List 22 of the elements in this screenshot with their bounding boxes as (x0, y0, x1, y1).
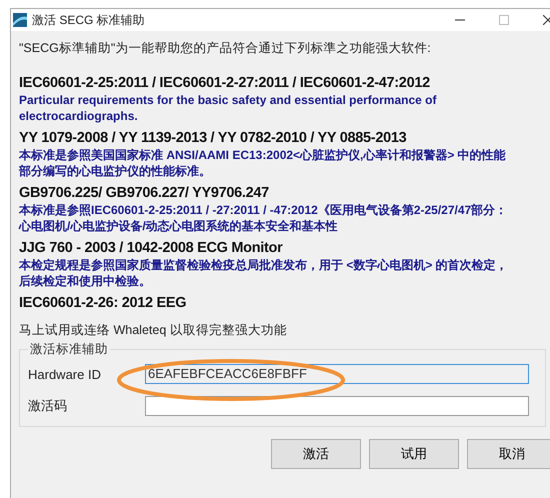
field-label: 激活码 (28, 397, 68, 415)
intro-text: "SECG标準辅助"为一能帮助您的产品符合通过下列标準之功能强大软件: (19, 40, 432, 57)
app-icon (13, 13, 27, 27)
dialog-button[interactable]: 取消 (467, 439, 550, 469)
standard-description: 本标准是参照美国国家标准 ANSI/AAMI EC13:2002<心脏监护仪,心率计和报警器> 中的性能部分编写的心电监护仪的性能标准。 (19, 147, 507, 179)
standard-title: JJG 760 - 2003 / 1042-2008 ECG Monitor (19, 240, 284, 257)
trial-note: 马上试用或连络 Whaleteq 以取得完整强大功能 (19, 322, 288, 339)
dialog-button[interactable]: 激活 (271, 439, 361, 469)
dialog-button[interactable]: 试用 (369, 439, 459, 469)
standard-description: 本检定规程是参照国家质量监督检验检疫总局批准发布，用于 <数字心电图机> 的首次检定，后续检定和使用中检验。 (19, 257, 509, 289)
standard-description: Particular requirements for the basic safety and essential performance of electrocardiographs. (19, 92, 438, 124)
window-title: 激活 SECG 标准辅助 (32, 12, 145, 28)
standard-title: GB9706.225/ GB9706.227/ YY9706.247 (19, 185, 270, 202)
field-label: Hardware ID (28, 366, 102, 382)
input-field[interactable] (145, 396, 529, 416)
close-icon[interactable] (543, 15, 550, 25)
standard-title: YY 1079-2008 / YY 1139-2013 / YY 0782-2010 / YY 0885-2013 (19, 130, 408, 147)
standard-title: IEC60601-2-26: 2012 EEG (19, 295, 188, 312)
standard-title: IEC60601-2-25:2011 / IEC60601-2-27:2011 / IEC60601-2-47:2012 (19, 75, 431, 92)
input-field[interactable]: 6EAFEBFCEACC6E8FBFF (145, 364, 529, 384)
standard-description: 本标准是参照IEC60601-2-25:2011 / -27:2011 / -47:2012《医用电气设备第2-25/27/47部分：心电图机/心电监护设备/动态心电图系统的基本安全和基本性 (19, 202, 508, 234)
group-title: 激活标准辅助 (29, 341, 109, 358)
